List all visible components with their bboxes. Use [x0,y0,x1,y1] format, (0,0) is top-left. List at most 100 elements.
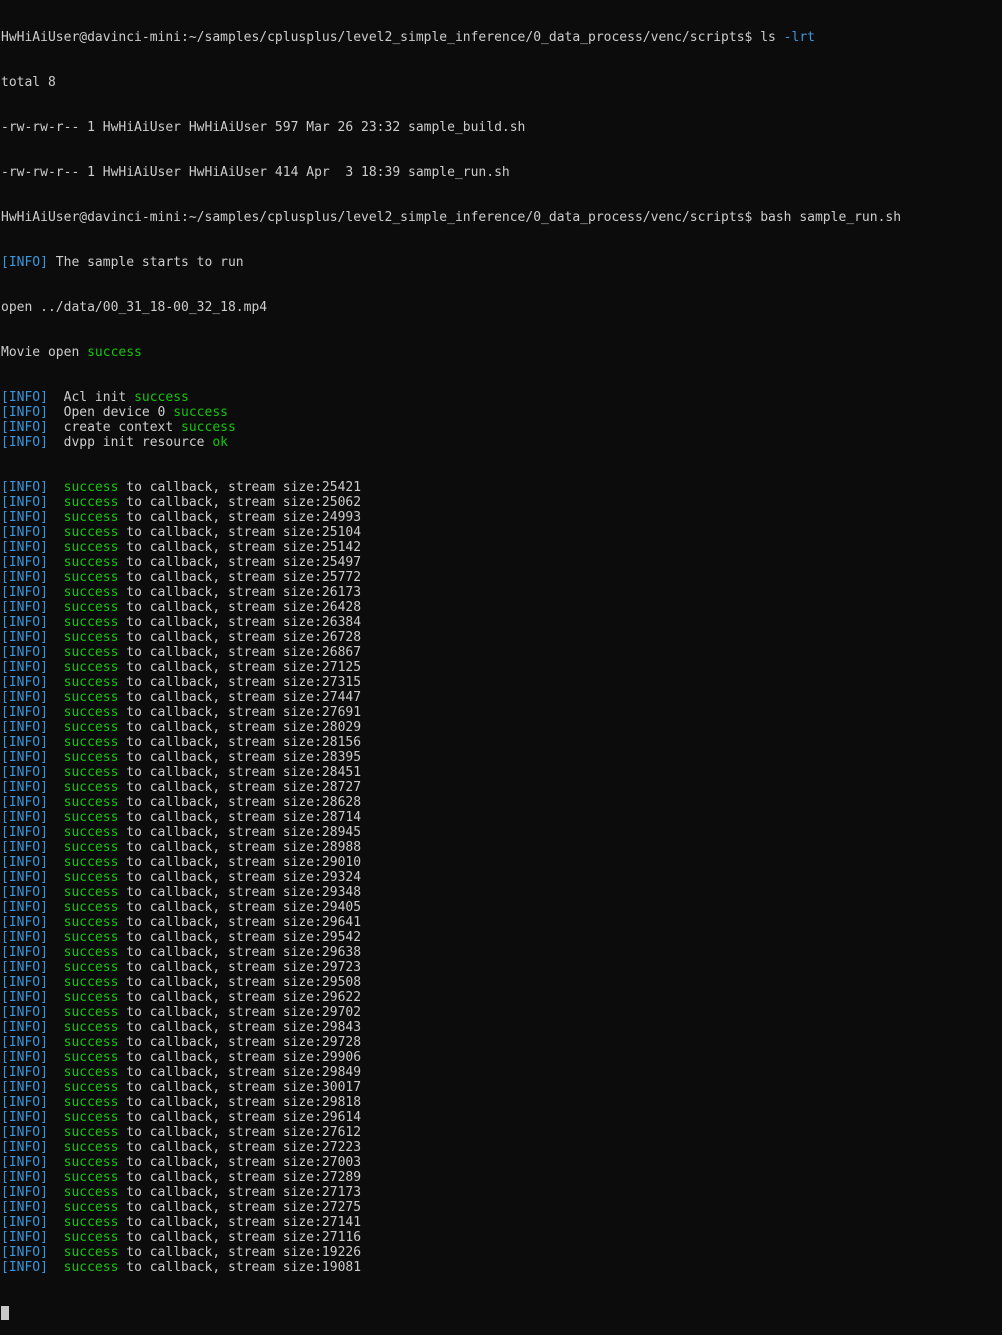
status-success: success [63,735,119,750]
log-text: to callback, stream size: [118,1245,322,1260]
callback-log-line: [INFO] success to callback, stream size:… [1,630,1002,645]
info-tag: [INFO] [1,480,48,495]
log-text: to callback, stream size: [118,615,322,630]
stream-size-value: 27223 [321,1140,362,1155]
log-text: Acl init [63,390,135,405]
log-text: to callback, stream size: [118,510,322,525]
stream-size-value: 25772 [321,570,362,585]
ls-file-line: -rw-rw-r-- 1 HwHiAiUser HwHiAiUser 414 A… [1,165,510,180]
stream-size-value: 28628 [321,795,362,810]
stream-size-value: 29324 [321,870,362,885]
terminal-window[interactable]: HwHiAiUser@davinci-mini:~/samples/cplusp… [1,0,1002,1320]
stream-size-value: 27116 [321,1230,362,1245]
stream-size-value: 27003 [321,1155,362,1170]
log-text: to callback, stream size: [118,960,322,975]
stream-size-value: 27447 [321,690,362,705]
log-text: dvpp init resource [63,435,213,450]
info-tag: [INFO] [1,1035,48,1050]
callback-log-line: [INFO] success to callback, stream size:… [1,705,1002,720]
prompt-line-run: HwHiAiUser@davinci-mini:~/samples/cplusp… [1,210,1002,225]
callback-log-line: [INFO] success to callback, stream size:… [1,1005,1002,1020]
status-success: success [63,810,119,825]
callback-log-line: [INFO] success to callback, stream size:… [1,555,1002,570]
status-success: success [63,480,119,495]
status-success: success [63,1170,119,1185]
log-text: The sample starts to run [55,255,244,270]
log-text: to callback, stream size: [118,930,322,945]
info-tag: [INFO] [1,1170,48,1185]
stream-size-value: 29405 [321,900,362,915]
info-tag: [INFO] [1,885,48,900]
callback-log-line: [INFO] success to callback, stream size:… [1,1020,1002,1035]
callback-log-line: [INFO] success to callback, stream size:… [1,1140,1002,1155]
log-text: to callback, stream size: [118,630,322,645]
sample-start-line: [INFO] The sample starts to run [1,255,1002,270]
callback-log-line: [INFO] success to callback, stream size:… [1,570,1002,585]
log-text: to callback, stream size: [118,1215,322,1230]
callback-log-line: [INFO] success to callback, stream size:… [1,1245,1002,1260]
log-text: to callback, stream size: [118,495,322,510]
stream-size-value: 27275 [321,1200,362,1215]
callback-log-line: [INFO] success to callback, stream size:… [1,900,1002,915]
callback-log-line: [INFO] success to callback, stream size:… [1,1230,1002,1245]
stream-size-value: 26384 [321,615,362,630]
status-success: success [173,405,228,420]
log-text: to callback, stream size: [118,480,322,495]
info-tag: [INFO] [1,1185,48,1200]
stream-size-value: 29638 [321,945,362,960]
status-success: success [63,1140,119,1155]
shell-prompt: HwHiAiUser@davinci-mini:~/samples/cplusp… [1,210,753,225]
stream-size-value: 29818 [321,1095,362,1110]
callback-log-line: [INFO] success to callback, stream size:… [1,585,1002,600]
callback-log-line: [INFO] success to callback, stream size:… [1,1050,1002,1065]
info-tag: [INFO] [1,1020,48,1035]
command-text: ls [760,30,776,45]
callback-log-line: [INFO] success to callback, stream size:… [1,510,1002,525]
stream-size-value: 26728 [321,630,362,645]
log-text: to callback, stream size: [118,540,322,555]
status-success: success [63,1230,119,1245]
callback-log-line: [INFO] success to callback, stream size:… [1,1215,1002,1230]
command-text: bash sample_run.sh [760,210,902,225]
stream-size-value: 28714 [321,810,362,825]
log-text: to callback, stream size: [118,795,322,810]
log-text: to callback, stream size: [118,525,322,540]
cursor-line [1,1305,1002,1320]
stream-size-value: 29843 [321,1020,362,1035]
log-text: to callback, stream size: [118,900,322,915]
callback-log-line: [INFO] success to callback, stream size:… [1,615,1002,630]
callback-log-line: [INFO] success to callback, stream size:… [1,945,1002,960]
callback-log-line: [INFO] success to callback, stream size:… [1,855,1002,870]
log-text: to callback, stream size: [118,1110,322,1125]
info-tag: [INFO] [1,975,48,990]
log-text: to callback, stream size: [118,645,322,660]
status-success: success [63,525,119,540]
status-success: success [63,1155,119,1170]
callback-log-line: [INFO] success to callback, stream size:… [1,1080,1002,1095]
info-tag: [INFO] [1,1065,48,1080]
callback-log-line: [INFO] success to callback, stream size:… [1,525,1002,540]
callback-log-line: [INFO] success to callback, stream size:… [1,1185,1002,1200]
status-success: success [63,1215,119,1230]
prompt-line-ls: HwHiAiUser@davinci-mini:~/samples/cplusp… [1,30,1002,45]
log-text: to callback, stream size: [118,585,322,600]
info-tag: [INFO] [1,255,48,270]
status-success: success [63,645,119,660]
stream-size-value: 25497 [321,555,362,570]
open-file-line: open ../data/00_31_18-00_32_18.mp4 [1,300,268,315]
callback-log-line: [INFO] success to callback, stream size:… [1,495,1002,510]
info-tag: [INFO] [1,810,48,825]
log-text: to callback, stream size: [118,1155,322,1170]
callback-log-line: [INFO] success to callback, stream size:… [1,840,1002,855]
info-tag: [INFO] [1,780,48,795]
callback-log-lines: [INFO] success to callback, stream size:… [1,480,1002,1275]
info-tag: [INFO] [1,570,48,585]
callback-log-line: [INFO] success to callback, stream size:… [1,735,1002,750]
stream-size-value: 25142 [321,540,362,555]
log-text: to callback, stream size: [118,765,322,780]
status-success: success [63,855,119,870]
callback-log-line: [INFO] success to callback, stream size:… [1,1065,1002,1080]
status-success: success [63,1200,119,1215]
log-text: to callback, stream size: [118,1185,322,1200]
info-tag: [INFO] [1,1080,48,1095]
